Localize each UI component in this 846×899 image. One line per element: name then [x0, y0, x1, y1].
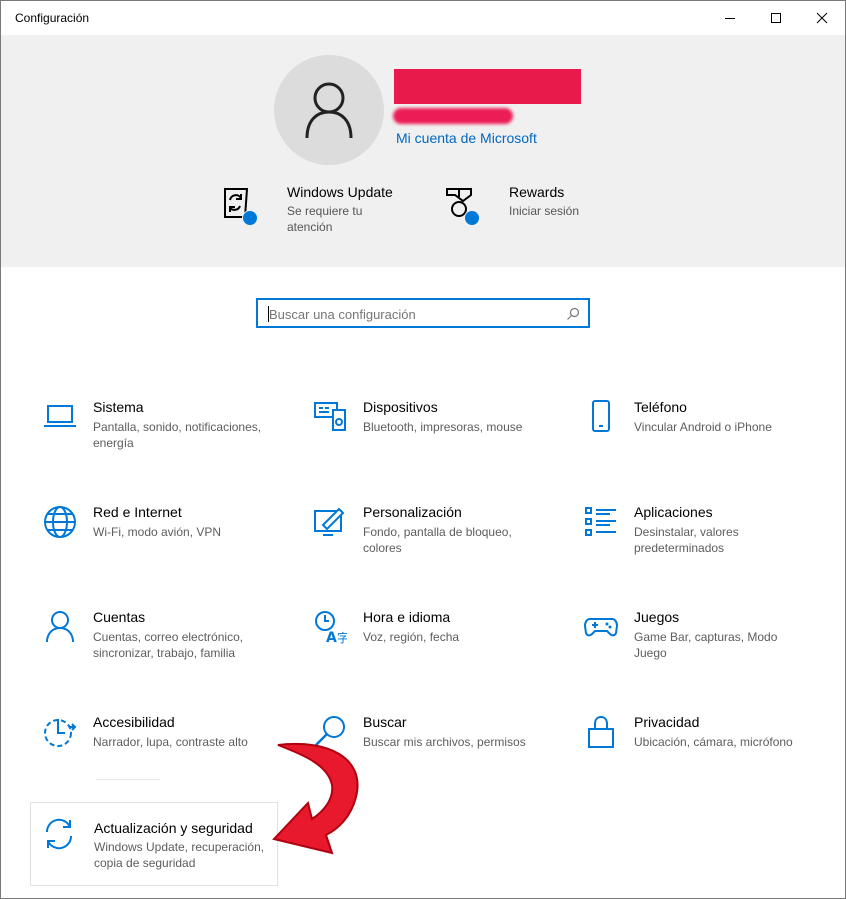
tile-subtitle: Desinstalar, valores predeterminados [634, 525, 739, 555]
person-icon [305, 82, 353, 139]
tile-cuentas[interactable]: Cuentas Cuentas, correo electrónico, sinc… [31, 608, 291, 698]
devices-icon [314, 402, 346, 431]
tile-subtitle: Vincular Android o iPhone [634, 420, 772, 434]
close-icon [816, 12, 828, 24]
tile-subtitle: Bluetooth, impresoras, mouse [363, 420, 523, 434]
title-bar[interactable]: Configuración [1, 1, 845, 35]
tile-subtitle: Windows Update, recuperación, copia de se… [94, 840, 265, 870]
tile-title: Juegos [634, 609, 680, 625]
tile-title: Dispositivos [363, 399, 438, 415]
tile-actualizacion-y-seguridad[interactable]: Actualización y seguridad Windows Update… [30, 802, 278, 886]
settings-window: Configuración Mi cuenta de Microsoft Win… [0, 0, 846, 899]
sync-icon [45, 818, 73, 850]
tile-subtitle: Cuentas, correo electrónico, sincronizar,… [93, 630, 244, 660]
quick-title: Windows Update [287, 184, 393, 200]
tile-subtitle: Voz, región, fecha [363, 630, 460, 644]
personalization-icon [314, 507, 345, 536]
search-icon [567, 307, 580, 320]
tile-personalizacion[interactable]: Personalización Fondo, pantalla de bloqu… [301, 503, 561, 593]
windows-update-quick-link[interactable]: Windows Update Se requiere tu atención [221, 183, 393, 235]
redacted-user-name [394, 69, 581, 104]
tile-title: Personalización [363, 504, 462, 520]
tile-aplicaciones[interactable]: Aplicaciones Desinstalar, valores predete… [572, 503, 832, 593]
tile-title: Hora e idioma [363, 609, 451, 625]
phone-icon [592, 400, 610, 432]
window-title: Configuración [15, 11, 90, 25]
search-box[interactable]: Buscar una configuración [256, 298, 590, 328]
tile-title: Cuentas [93, 609, 146, 625]
svg-text:字: 字 [337, 630, 347, 644]
time-language-icon: A 字 [315, 611, 347, 644]
tile-title: Aplicaciones [634, 504, 713, 520]
microsoft-account-link[interactable]: Mi cuenta de Microsoft [396, 130, 537, 146]
tile-telefono[interactable]: Teléfono Vincular Android o iPhone [572, 398, 832, 488]
windows-update-icon [221, 183, 261, 227]
tile-sistema[interactable]: Sistema Pantalla, sonido, notificaciones… [31, 398, 291, 488]
tile-title: Privacidad [634, 714, 700, 730]
notification-badge [242, 210, 258, 226]
gamepad-icon [584, 618, 618, 637]
annotation-arrow [272, 742, 359, 855]
tile-subtitle: Buscar mis archivos, permisos [363, 735, 526, 749]
tile-accesibilidad[interactable]: Accesibilidad Narrador, lupa, contraste … [31, 713, 291, 803]
minimize-button[interactable] [707, 1, 753, 35]
tile-privacidad[interactable]: Privacidad Ubicación, cámara, micrófono [572, 713, 832, 803]
redacted-user-email [393, 108, 513, 124]
tile-subtitle: Ubicación, cámara, micrófono [634, 735, 793, 749]
globe-icon [44, 506, 76, 538]
tile-title: Accesibilidad [93, 714, 175, 730]
tile-title: Teléfono [634, 399, 687, 415]
tile-juegos[interactable]: Juegos Game Bar, capturas, Modo Juego [572, 608, 832, 698]
close-button[interactable] [799, 1, 845, 35]
quick-title: Rewards [509, 184, 565, 200]
avatar[interactable] [274, 55, 384, 165]
tile-hora-e-idioma[interactable]: A 字 Hora e idioma Voz, región, fecha [301, 608, 561, 698]
divider [96, 779, 160, 780]
rewards-icon [443, 183, 483, 227]
tile-subtitle: Wi-Fi, modo avión, VPN [93, 525, 222, 539]
person-icon [46, 611, 74, 643]
svg-text:A: A [326, 630, 337, 644]
search-input[interactable]: Buscar una configuración [269, 307, 416, 322]
laptop-icon [44, 405, 76, 427]
quick-subtitle: Se requiere tu atención [287, 204, 363, 234]
notification-badge [464, 210, 480, 226]
tile-title: Red e Internet [93, 504, 182, 520]
tile-dispositivos[interactable]: Dispositivos Bluetooth, impresoras, mous… [301, 398, 561, 488]
tile-subtitle: Pantalla, sonido, notificaciones, energía [93, 420, 262, 450]
quick-subtitle: Iniciar sesión [509, 204, 580, 218]
tile-title: Actualización y seguridad [94, 820, 253, 836]
maximize-icon [771, 13, 781, 23]
minimize-icon [725, 18, 735, 19]
tile-subtitle: Narrador, lupa, contraste alto [93, 735, 248, 749]
tile-title: Sistema [93, 399, 144, 415]
lock-icon [588, 715, 614, 748]
tile-subtitle: Game Bar, capturas, Modo Juego [634, 630, 778, 660]
tile-title: Buscar [363, 714, 407, 730]
tile-red-e-internet[interactable]: Red e Internet Wi-Fi, modo avión, VPN [31, 503, 291, 593]
rewards-quick-link[interactable]: Rewards Iniciar sesión [443, 183, 579, 227]
maximize-button[interactable] [753, 1, 799, 35]
accessibility-icon [44, 719, 77, 747]
account-header: Mi cuenta de Microsoft Windows Update Se… [1, 35, 845, 267]
apps-icon [585, 507, 616, 536]
tile-subtitle: Fondo, pantalla de bloqueo, colores [363, 525, 512, 555]
